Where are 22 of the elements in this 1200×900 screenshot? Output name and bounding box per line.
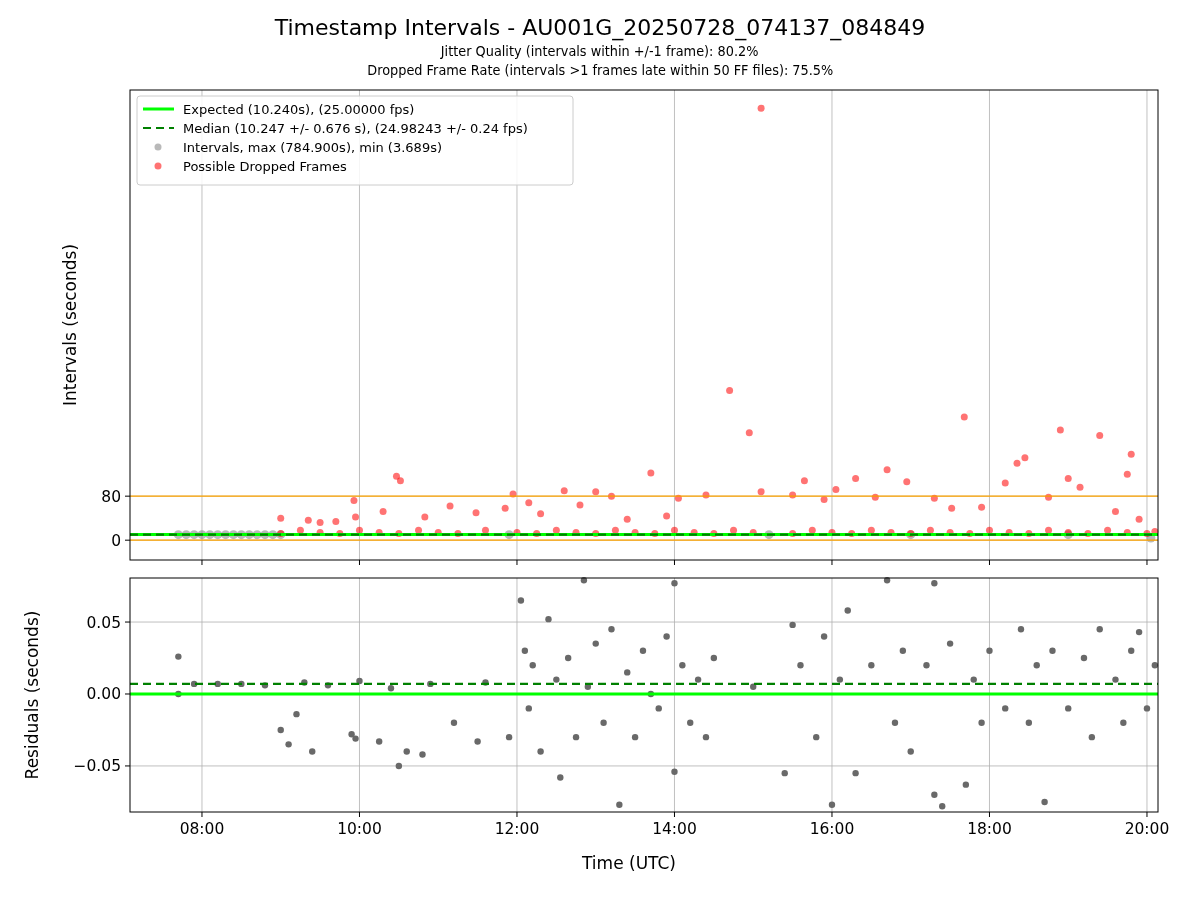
chart-title: Timestamp Intervals - AU001G_20250728_074137_084849 <box>274 14 926 42</box>
legend-label: Expected (10.240s), (25.00000 fps) <box>183 101 415 117</box>
tick-label: 16:00 <box>809 820 855 838</box>
chart-subtitle: Dropped Frame Rate (intervals >1 frames late within 50 FF files): 75.5% <box>367 61 833 80</box>
tick-label: 20:00 <box>1124 820 1170 838</box>
y-axis-label: Intervals (seconds) <box>60 243 80 407</box>
tick-label: 12:00 <box>494 820 540 838</box>
tick-label: 14:00 <box>652 820 697 838</box>
chart-subtitle: Jitter Quality (intervals within +/-1 frame): 80.2% <box>441 42 759 61</box>
tick-label: 0.00 <box>86 685 121 704</box>
legend-label: Possible Dropped Frames <box>183 158 347 174</box>
legend-label: Median (10.247 +/- 0.676 s), (24.98243 +/- 0.24 fps) <box>183 120 528 136</box>
tick-label: 10:00 <box>337 820 382 838</box>
tick-label: 0 <box>111 531 121 550</box>
tick-label: −0.05 <box>73 757 121 776</box>
tick-label: 80 <box>101 487 121 506</box>
tick-label: 08:00 <box>179 820 225 838</box>
legend-label: Intervals, max (784.900s), min (3.689s) <box>183 139 442 155</box>
y-axis-label: Residuals (seconds) <box>22 610 42 780</box>
x-axis-label: Time (UTC) <box>582 853 676 873</box>
tick-label: 0.05 <box>86 613 121 632</box>
tick-label: 18:00 <box>967 820 1012 838</box>
